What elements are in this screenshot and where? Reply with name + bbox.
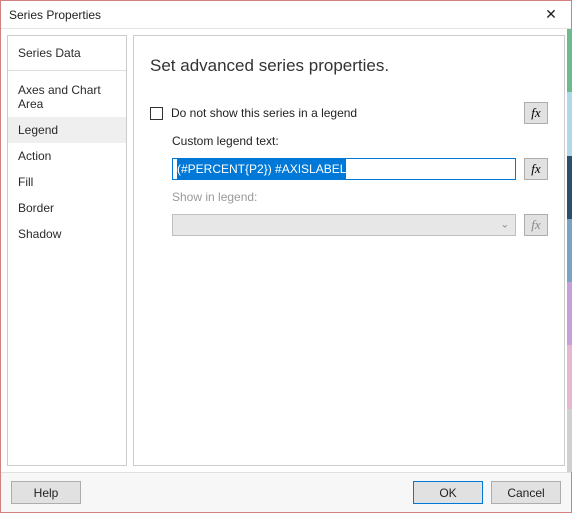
custom-legend-text-input[interactable]: (#PERCENT{P2}) #AXISLABEL xyxy=(172,158,516,180)
sidebar-item-legend[interactable]: Legend xyxy=(8,117,126,143)
sidebar-item-axes-chart-area[interactable]: Axes and Chart Area xyxy=(8,77,126,117)
titlebar: Series Properties ✕ xyxy=(1,1,571,29)
sidebar-item-series-data[interactable]: Series Data xyxy=(8,40,126,71)
sidebar-item-label: Action xyxy=(18,149,51,163)
show-in-legend-row: ⌄ fx xyxy=(150,214,548,236)
sidebar-item-label: Axes and Chart Area xyxy=(18,83,101,111)
sidebar: Series Data Axes and Chart Area Legend A… xyxy=(7,35,127,466)
custom-legend-text-label: Custom legend text: xyxy=(150,134,548,148)
dialog-window: Series Properties ✕ Series Data Axes and… xyxy=(0,0,572,513)
dialog-footer: Help OK Cancel xyxy=(1,472,571,512)
custom-legend-text-row: (#PERCENT{P2}) #AXISLABEL fx xyxy=(150,158,548,180)
sidebar-item-label: Legend xyxy=(18,123,58,137)
custom-legend-text-value: (#PERCENT{P2}) #AXISLABEL xyxy=(177,159,346,179)
hide-in-legend-label: Do not show this series in a legend xyxy=(171,106,357,120)
fx-icon: fx xyxy=(531,161,540,177)
dialog-body: Series Data Axes and Chart Area Legend A… xyxy=(1,29,571,472)
sidebar-item-label: Fill xyxy=(18,175,33,189)
content-heading: Set advanced series properties. xyxy=(150,56,548,76)
close-icon: ✕ xyxy=(545,6,557,23)
cancel-button-label: Cancel xyxy=(507,486,544,500)
help-button-label: Help xyxy=(34,486,59,500)
show-in-legend-expression-button: fx xyxy=(524,214,548,236)
sidebar-item-border[interactable]: Border xyxy=(8,195,126,221)
custom-legend-expression-button[interactable]: fx xyxy=(524,158,548,180)
fx-icon: fx xyxy=(531,217,540,233)
sidebar-item-action[interactable]: Action xyxy=(8,143,126,169)
sidebar-item-shadow[interactable]: Shadow xyxy=(8,221,126,247)
ok-button[interactable]: OK xyxy=(413,481,483,504)
help-button[interactable]: Help xyxy=(11,481,81,504)
sidebar-item-label: Border xyxy=(18,201,54,215)
cancel-button[interactable]: Cancel xyxy=(491,481,561,504)
sidebar-item-fill[interactable]: Fill xyxy=(8,169,126,195)
chevron-down-icon: ⌄ xyxy=(501,220,509,231)
sidebar-item-label: Series Data xyxy=(18,46,81,60)
hide-in-legend-row: Do not show this series in a legend fx xyxy=(150,102,548,124)
close-button[interactable]: ✕ xyxy=(531,1,571,29)
hide-in-legend-expression-button[interactable]: fx xyxy=(524,102,548,124)
ok-button-label: OK xyxy=(439,486,456,500)
show-in-legend-combo: ⌄ xyxy=(172,214,516,236)
window-title: Series Properties xyxy=(9,8,531,22)
sidebar-item-label: Shadow xyxy=(18,227,61,241)
hide-in-legend-checkbox[interactable] xyxy=(150,107,163,120)
background-edge-strip xyxy=(567,29,572,472)
show-in-legend-label: Show in legend: xyxy=(150,190,548,204)
fx-icon: fx xyxy=(531,105,540,121)
content-pane: Set advanced series properties. Do not s… xyxy=(133,35,565,466)
